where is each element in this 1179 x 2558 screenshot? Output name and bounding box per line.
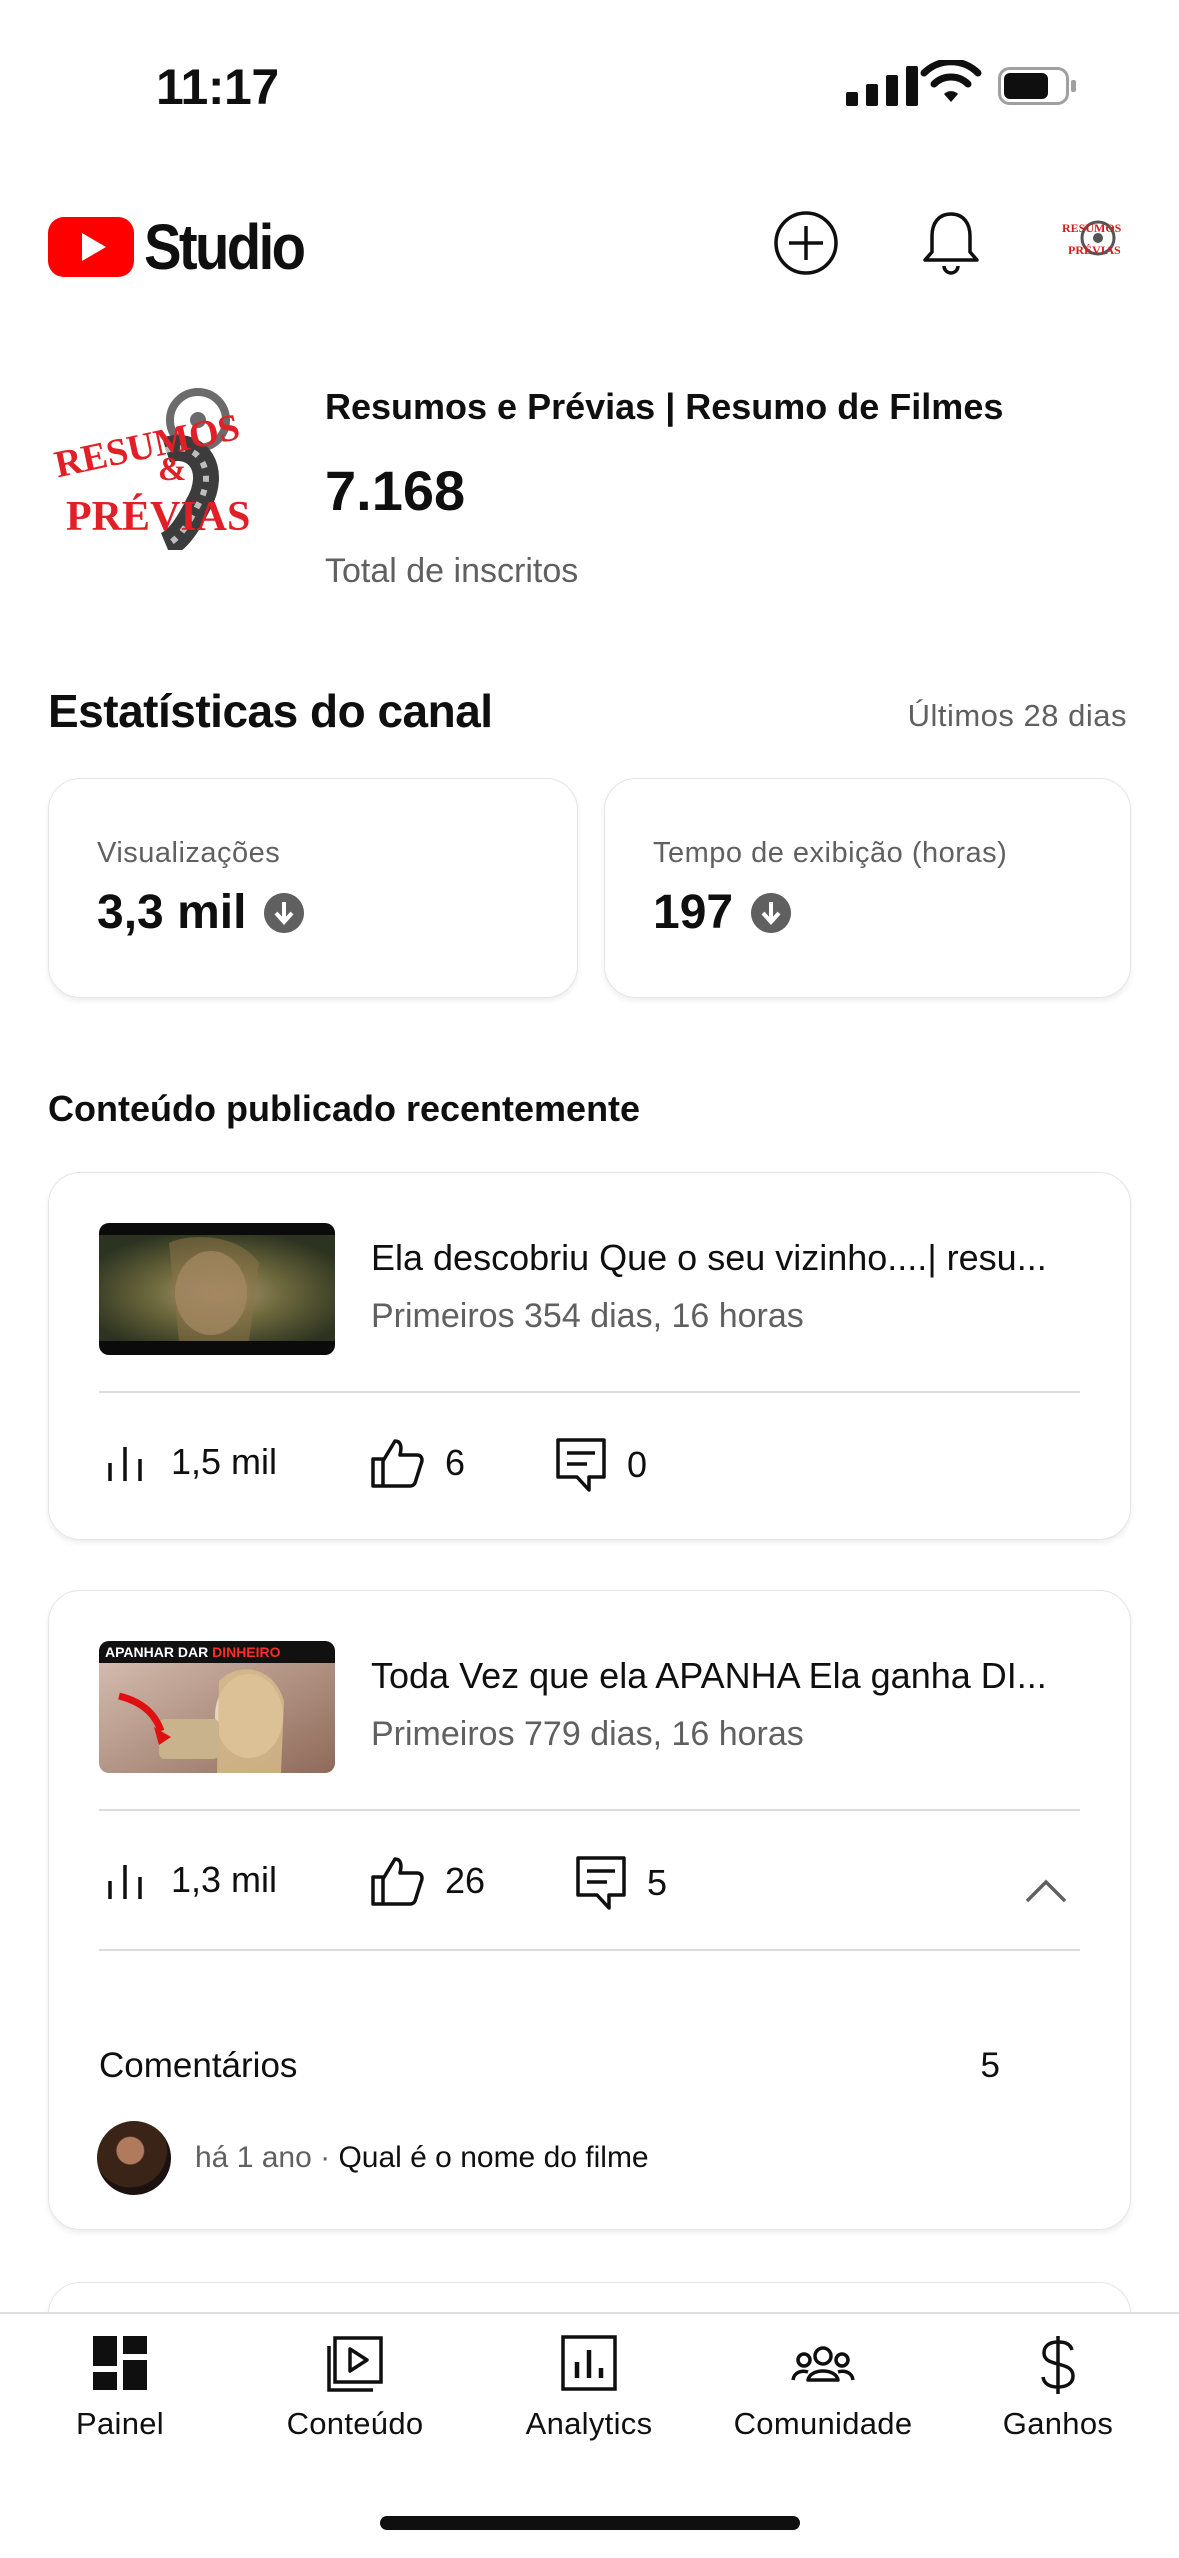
earn-icon: [1041, 2336, 1075, 2394]
stat-card-watch-time[interactable]: Tempo de exibição (horas) 197: [604, 778, 1131, 998]
views-bars-icon: [108, 1447, 142, 1481]
create-plus-icon[interactable]: [773, 210, 839, 276]
views-count: 1,5 mil: [171, 1441, 278, 1482]
comment-text: Qual é o nome do filme: [338, 2141, 649, 2174]
comment-icon: [556, 1438, 606, 1492]
likes-metric: 26: [369, 1855, 485, 1907]
likes-count: 6: [445, 1442, 466, 1483]
dashboard-icon: [93, 2336, 147, 2390]
thumbs-up-icon: [371, 1439, 424, 1488]
comments-total: 5: [980, 2046, 1000, 2085]
account-avatar-icon[interactable]: RESUMOS PRÉVIAS: [1058, 208, 1130, 268]
cellular-signal-icon: [846, 62, 918, 106]
comment-time: há 1 ano: [195, 2141, 312, 2174]
subscriber-label: Total de inscritos: [325, 552, 579, 590]
channel-logo: RESUMOS & PRÉVIAS: [51, 388, 250, 550]
trend-down-icon: [751, 892, 792, 933]
divider: [99, 1809, 1080, 1811]
views-metric: 1,3 mil: [105, 1857, 277, 1903]
battery-icon: [998, 67, 1076, 105]
nav-label: Comunidade: [733, 2406, 913, 2441]
stat-value-text: 197: [653, 886, 734, 939]
logo-text: Studio: [144, 211, 306, 283]
views-count: 1,3 mil: [171, 1859, 278, 1900]
svg-text:PRÉVIAS: PRÉVIAS: [1068, 243, 1121, 257]
content-icon: [327, 2336, 383, 2392]
thumbs-up-icon: [371, 1857, 424, 1906]
subscriber-count: 7.168: [325, 459, 466, 522]
video-period: Primeiros 354 dias, 16 horas: [371, 1297, 804, 1335]
separator: ·: [320, 2141, 339, 2174]
channel-stats-title: Estatísticas do canal: [48, 685, 493, 737]
stat-value-text: 3,3 mil: [97, 886, 247, 939]
divider: [99, 1391, 1080, 1393]
stats-period[interactable]: Últimos 28 dias: [908, 698, 1127, 734]
recent-content-title: Conteúdo publicado recentemente: [48, 1088, 641, 1129]
video-title: Toda Vez que ela APANHA Ela ganha DI...: [371, 1655, 1047, 1696]
home-indicator[interactable]: [380, 2516, 800, 2530]
svg-text:&: &: [158, 451, 186, 488]
chevron-up-icon[interactable]: [1024, 1877, 1068, 1905]
stat-label: Visualizações: [97, 837, 281, 869]
video-thumbnail: [99, 1223, 335, 1355]
analytics-icon: [561, 2335, 617, 2391]
video-title: Ela descobriu Que o seu vizinho....| res…: [371, 1237, 1047, 1278]
trend-down-icon: [264, 892, 305, 933]
likes-count: 26: [445, 1860, 486, 1901]
stat-card-views[interactable]: Visualizações 3,3 mil: [48, 778, 578, 998]
likes-metric: 6: [369, 1437, 465, 1489]
nav-label: Analytics: [525, 2406, 653, 2441]
video-period: Primeiros 779 dias, 16 horas: [371, 1715, 804, 1753]
svg-text:RESUMOS: RESUMOS: [1062, 221, 1122, 235]
views-metric: 1,5 mil: [105, 1439, 277, 1485]
comments-metric: 5: [575, 1855, 667, 1911]
status-time: 11:17: [156, 59, 279, 115]
stat-value: 197: [653, 885, 792, 940]
community-icon: [791, 2346, 855, 2382]
comments-metric: 0: [555, 1437, 647, 1493]
youtube-logo-icon: [48, 217, 134, 277]
wifi-icon: [920, 60, 982, 102]
comments-header[interactable]: Comentários: [99, 2046, 297, 2086]
comments-count: 5: [647, 1862, 668, 1903]
comment-preview[interactable]: há 1 ano · Qual é o nome do filme: [195, 2141, 649, 2175]
channel-logo-text-bottom: PRÉVIAS: [66, 493, 250, 540]
commenter-avatar: [97, 2121, 171, 2195]
nav-label: Conteúdo: [286, 2406, 424, 2441]
youtube-studio-logo[interactable]: Studio: [48, 210, 325, 284]
video-thumbnail: APANHAR DAR DINHEIRO: [99, 1641, 335, 1773]
comments-count: 0: [627, 1444, 648, 1485]
nav-label: Painel: [76, 2406, 164, 2441]
video-card[interactable]: Ela descobriu Que o seu vizinho....| res…: [48, 1172, 1131, 1540]
video-card[interactable]: APANHAR DAR DINHEIRO Toda Vez que ela AP…: [48, 1590, 1131, 2230]
stat-label: Tempo de exibição (horas): [653, 837, 1008, 869]
thumbnail-text: APANHAR DAR DINHEIRO: [105, 1644, 281, 1660]
stat-value: 3,3 mil: [97, 885, 305, 940]
divider: [99, 1949, 1080, 1951]
views-bars-icon: [108, 1865, 142, 1899]
channel-name: Resumos e Prévias | Resumo de Filmes: [325, 386, 1004, 427]
nav-label: Ganhos: [1002, 2406, 1114, 2441]
notifications-bell-icon[interactable]: [920, 208, 982, 276]
comment-icon: [576, 1856, 626, 1910]
